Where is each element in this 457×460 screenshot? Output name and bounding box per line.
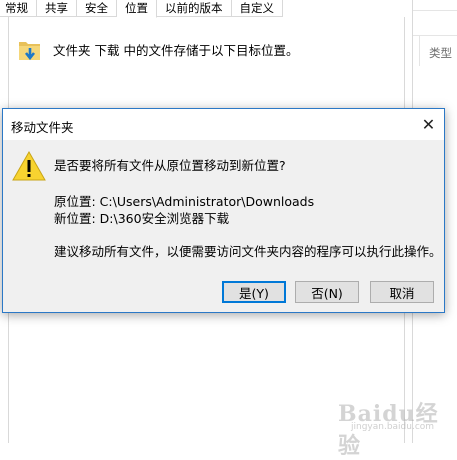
downloads-folder-icon xyxy=(19,42,40,61)
dialog-title: 移动文件夹 xyxy=(11,120,74,135)
divider xyxy=(413,10,457,11)
tab-security[interactable]: 安全 xyxy=(77,0,117,17)
dialog-titlebar[interactable]: 移动文件夹 ✕ xyxy=(3,109,444,140)
column-header-type[interactable]: 类型 xyxy=(429,45,452,61)
properties-tabs: 常规 共享 安全 位置 以前的版本 自定义 xyxy=(0,0,283,18)
tab-location[interactable]: 位置 xyxy=(117,0,157,18)
dialog-hint: 建议移动所有文件，以便需要访问文件夹内容的程序可以执行此操作。 xyxy=(54,244,442,259)
close-button[interactable]: ✕ xyxy=(413,109,444,140)
location-description: 文件夹 下载 中的文件存储于以下目标位置。 xyxy=(53,43,299,58)
no-button[interactable]: 否(N) xyxy=(295,281,359,303)
dialog-question: 是否要将所有文件从原位置移动到新位置? xyxy=(54,158,286,173)
close-icon: ✕ xyxy=(421,115,436,134)
destination-location: 新位置: D:\360安全浏览器下载 xyxy=(54,211,230,226)
tab-previous-versions[interactable]: 以前的版本 xyxy=(157,0,232,17)
tab-general[interactable]: 常规 xyxy=(0,0,37,17)
yes-button[interactable]: 是(Y) xyxy=(222,281,286,303)
warning-icon xyxy=(12,151,46,181)
move-folder-dialog: 移动文件夹 ✕ 是否要将所有文件从原位置移动到新位置? 原位置: C:\User… xyxy=(2,108,445,313)
tab-sharing[interactable]: 共享 xyxy=(37,0,77,17)
watermark-url: jingyan.baidu.com xyxy=(351,422,435,432)
cancel-button[interactable]: 取消 xyxy=(370,281,434,303)
tab-customize[interactable]: 自定义 xyxy=(231,0,283,17)
column-divider xyxy=(419,36,420,66)
